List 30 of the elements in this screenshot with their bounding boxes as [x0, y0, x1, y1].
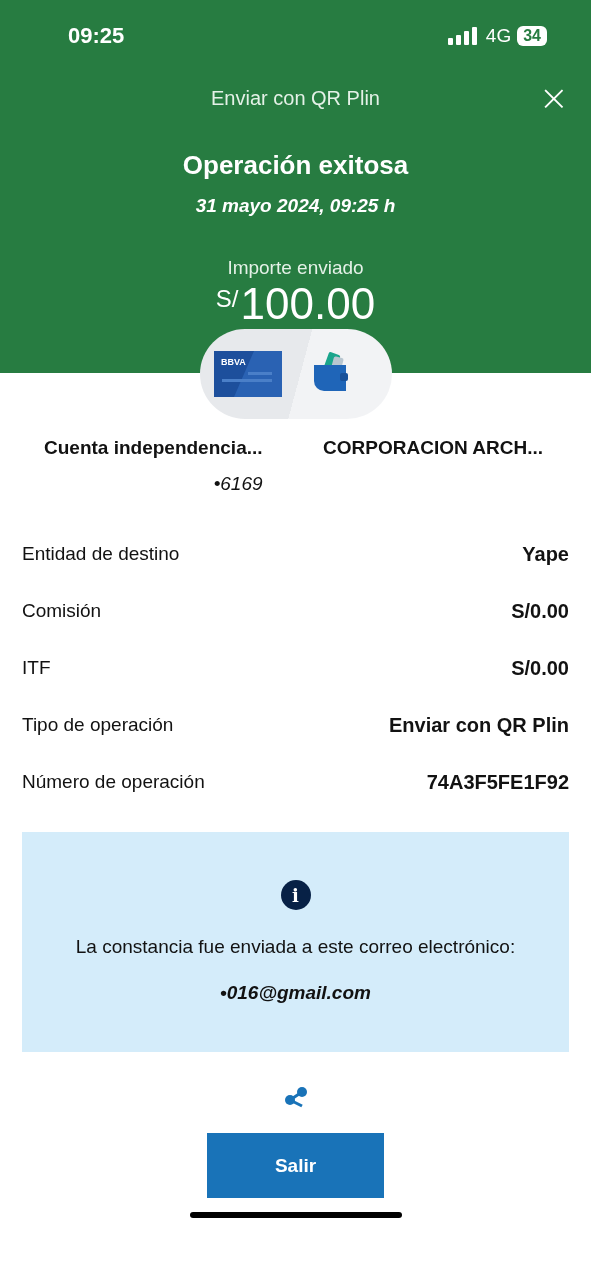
detail-label: ITF [22, 657, 51, 679]
info-icon: i [280, 880, 311, 910]
detail-label: Tipo de operación [22, 714, 174, 736]
source-account-number: •6169 [213, 473, 263, 495]
result-date: 31 mayo 2024, 09:25 h [194, 195, 397, 217]
detail-label: Número de operación [22, 771, 205, 793]
currency-symbol: S/ [215, 285, 239, 313]
result-title: Operación exitosa [181, 150, 410, 181]
network-label: 4G [485, 25, 512, 47]
signal-icon [447, 27, 480, 45]
detail-label: Comisión [22, 600, 102, 622]
detail-value: S/0.00 [511, 657, 569, 680]
card-brand-text: BBVA [220, 357, 246, 367]
status-time: 09:25 [68, 23, 125, 49]
close-button[interactable]: × [538, 80, 569, 116]
detail-value: Yape [522, 543, 569, 566]
share-icon[interactable] [282, 1086, 309, 1108]
screen-title: Enviar con QR Plin [211, 86, 380, 110]
notice-text: La constancia fue enviada a este correo electrónico: [75, 936, 516, 958]
amount-value: 100.00 [240, 279, 376, 329]
detail-value: Enviar con QR Plin [388, 714, 569, 737]
battery-indicator: 34 [517, 26, 547, 46]
exit-button[interactable]: Salir [207, 1133, 384, 1198]
recipient-name: CORPORACION ARCH... [323, 437, 543, 459]
source-account-name: Cuenta independencia... [44, 437, 263, 459]
detail-value: S/0.00 [511, 600, 569, 623]
notice-email: •016@gmail.com [220, 982, 371, 1004]
amount-label: Importe enviado [226, 257, 365, 279]
detail-value: 74A3F5FE1F92 [426, 771, 569, 794]
detail-label: Entidad de destino [22, 543, 180, 565]
